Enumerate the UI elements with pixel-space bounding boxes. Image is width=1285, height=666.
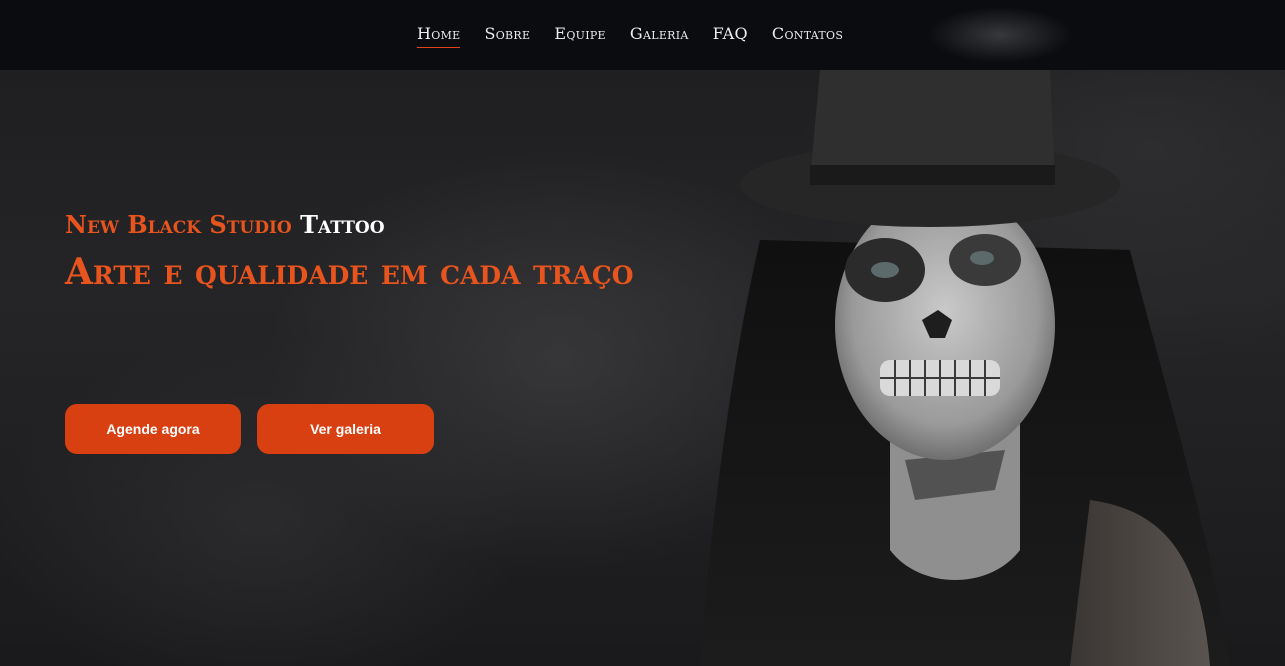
nav-item-home: Home <box>417 24 461 48</box>
hero-tagline: Arte e qualidade em cada traço <box>65 251 634 293</box>
nav-link-contatos[interactable]: Contatos <box>772 24 843 47</box>
nav-link-equipe[interactable]: Equipe <box>554 24 606 47</box>
nav-item-galeria: Galeria <box>630 24 689 44</box>
nav-link-sobre[interactable]: Sobre <box>484 24 530 47</box>
nav-link-galeria[interactable]: Galeria <box>630 24 689 47</box>
view-gallery-button[interactable]: Ver galeria <box>257 404 434 454</box>
brand-suffix: Tattoo <box>300 210 385 239</box>
hero-text: New Black Studio Tattoo Arte e qualidade… <box>65 205 685 295</box>
nav-item-contatos: Contatos <box>772 24 843 44</box>
nav-link-home[interactable]: Home <box>417 24 461 48</box>
nav-menu: Home Sobre Equipe Galeria FAQ Contatos <box>417 24 843 48</box>
nav-item-sobre: Sobre <box>484 24 530 44</box>
nav-item-equipe: Equipe <box>554 24 606 44</box>
nav-link-faq[interactable]: FAQ <box>713 24 748 47</box>
book-now-button[interactable]: Agende agora <box>65 404 241 454</box>
nav-item-faq: FAQ <box>713 24 748 44</box>
brand-title: New Black Studio Tattoo <box>65 205 685 245</box>
brand-name: New Black Studio <box>65 210 292 239</box>
hero-buttons: Agende agora Ver galeria <box>65 404 434 454</box>
hero-portrait-image <box>700 70 1230 666</box>
navbar-blur <box>900 0 1100 70</box>
navbar: Home Sobre Equipe Galeria FAQ Contatos <box>0 0 1285 70</box>
